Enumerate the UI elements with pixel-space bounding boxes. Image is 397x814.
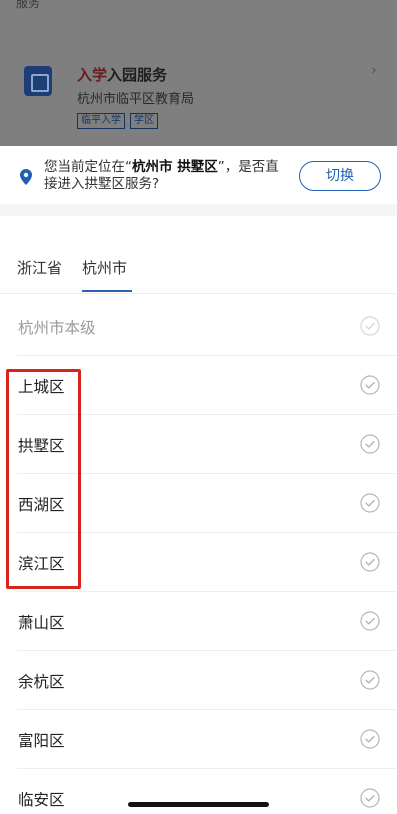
check-circle-icon <box>360 316 380 336</box>
check-circle-icon <box>360 552 380 572</box>
check-circle-icon <box>360 729 380 749</box>
district-label: 临安区 <box>18 791 65 809</box>
check-circle-icon <box>360 670 380 690</box>
check-circle-icon <box>360 375 380 395</box>
district-label: 余杭区 <box>18 673 65 691</box>
district-item[interactable]: 萧山区 <box>0 592 397 651</box>
background-card-subtitle: 杭州市临平区教育局 <box>77 92 195 107</box>
district-label: 萧山区 <box>18 614 65 632</box>
district-label: 上城区 <box>18 378 65 396</box>
background-section-title: 服务 <box>16 0 41 10</box>
check-circle-icon <box>360 493 380 513</box>
background-card-tags: 临平入学 学区 <box>77 113 158 129</box>
background-service-card: 入学入园服务 杭州市临平区教育局 临平入学 学区 › <box>0 20 397 146</box>
tab-province[interactable]: 浙江省 <box>17 257 62 278</box>
district-item[interactable]: 上城区 <box>0 356 397 415</box>
school-icon <box>24 66 52 96</box>
active-tab-indicator <box>82 290 132 292</box>
background-card-title: 入学入园服务 <box>77 66 168 84</box>
district-item[interactable]: 滨江区 <box>0 533 397 592</box>
switch-button[interactable]: 切换 <box>299 161 381 191</box>
tag: 学区 <box>130 113 158 129</box>
district-list: 杭州市本级 上城区 拱墅区 西湖区 滨江区 萧山区 余杭区 富阳区 临安区 <box>0 297 397 814</box>
district-item[interactable]: 富阳区 <box>0 710 397 769</box>
location-prompt-text: 您当前定位在“杭州市 拱墅区”，是否直接进入拱墅区服务? <box>44 159 279 192</box>
location-pin-icon <box>20 169 32 185</box>
tag: 临平入学 <box>77 113 125 129</box>
check-circle-icon <box>360 434 380 454</box>
check-circle-icon <box>360 611 380 631</box>
district-label: 富阳区 <box>18 732 65 750</box>
tabs-divider <box>0 293 397 294</box>
background-overlay: 服务 入学入园服务 杭州市临平区教育局 临平入学 学区 › <box>0 0 397 146</box>
check-circle-icon <box>360 788 380 808</box>
district-item[interactable]: 西湖区 <box>0 474 397 533</box>
home-indicator[interactable] <box>128 802 269 807</box>
district-label: 滨江区 <box>18 555 65 573</box>
section-divider <box>0 204 397 216</box>
tab-city[interactable]: 杭州市 <box>82 257 127 278</box>
chevron-right-icon: › <box>370 60 377 79</box>
district-label: 西湖区 <box>18 496 65 514</box>
region-tabs: 浙江省 杭州市 <box>0 216 397 294</box>
district-item[interactable]: 余杭区 <box>0 651 397 710</box>
district-item[interactable]: 拱墅区 <box>0 415 397 474</box>
district-label: 拱墅区 <box>18 437 65 455</box>
district-label: 杭州市本级 <box>18 319 96 337</box>
district-item[interactable]: 杭州市本级 <box>0 297 397 356</box>
district-item[interactable]: 临安区 <box>0 769 397 814</box>
